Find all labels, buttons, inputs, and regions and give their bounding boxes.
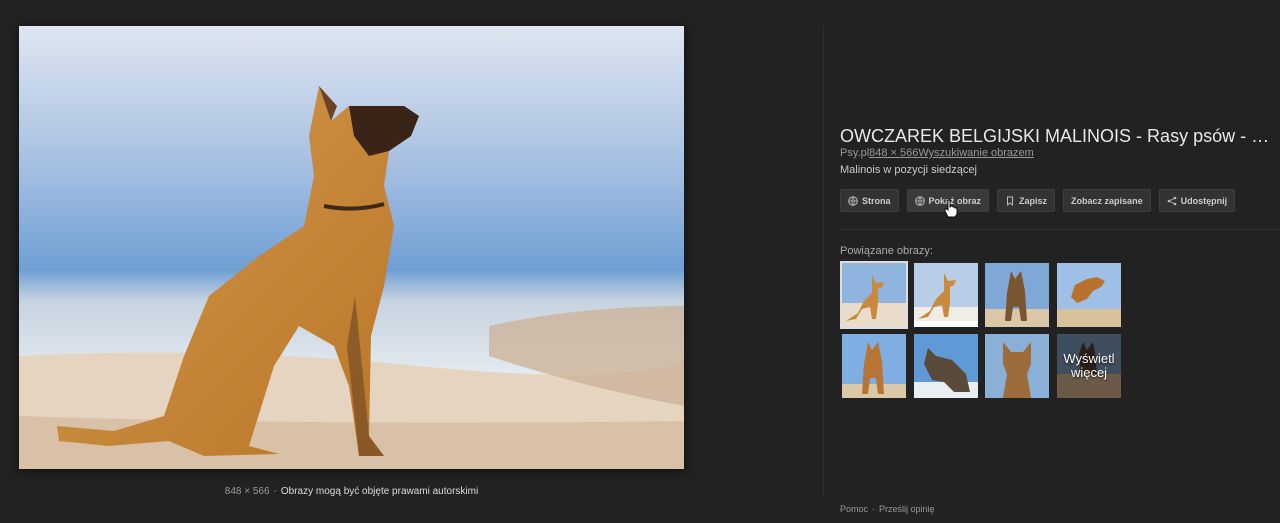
visit-label: Strona (862, 195, 891, 206)
globe-icon (914, 195, 925, 206)
image-meta: Psy.pl848 × 566Wyszukiwanie obrazem (840, 147, 1034, 159)
dog-thumbnail-icon (842, 263, 906, 327)
dog-thumbnail-icon (985, 263, 1049, 327)
image-caption: 848 × 566- Obrazy mogą być objęte prawami… (224, 486, 479, 497)
view-image-button[interactable]: Pokaż obraz (906, 189, 990, 212)
view-saved-button[interactable]: Zobacz zapisane (1063, 189, 1151, 212)
dog-thumbnail-icon (914, 263, 978, 327)
horizontal-divider (840, 229, 1280, 230)
save-label: Zapisz (1019, 195, 1048, 206)
dog-thumbnail-icon (1057, 263, 1121, 327)
help-link[interactable]: Pomoc (840, 504, 868, 514)
visit-button[interactable]: Strona (840, 189, 899, 212)
share-button[interactable]: Udostępnij (1158, 189, 1236, 212)
page-title[interactable]: OWCZAREK BELGIJSKI MALINOIS - Rasy psów … (840, 126, 1278, 147)
feedback-link[interactable]: Prześlij opinię (879, 504, 935, 514)
view-saved-label: Zobacz zapisane (1071, 195, 1143, 206)
source-domain: Psy.pl (840, 147, 870, 159)
main-image[interactable] (19, 26, 684, 469)
share-icon (1167, 196, 1176, 205)
more-images-label: Wyświetl więcej (1063, 351, 1115, 380)
share-label: Udostępnij (1180, 195, 1228, 206)
action-bar: Strona Pokaż obraz Zapisz Zobacz zapisan… (840, 189, 1236, 212)
image-dimensions: 848 × 566 (224, 486, 270, 497)
bookmark-icon (1007, 196, 1014, 206)
related-thumbnail[interactable] (985, 334, 1049, 398)
related-thumbnail[interactable] (914, 334, 978, 398)
dog-thumbnail-icon (842, 334, 906, 398)
image-size-link[interactable]: 848 × 566 (869, 147, 918, 159)
dog-thumbnail-icon (914, 334, 978, 398)
related-thumbnail[interactable] (840, 261, 908, 329)
search-by-image-link[interactable]: Wyszukiwanie obrazem (918, 147, 1033, 159)
details-panel: OWCZAREK BELGIJSKI MALINOIS - Rasy psów … (840, 0, 1280, 523)
copyright-note: Obrazy mogą być objęte prawami autorskim… (280, 486, 479, 497)
related-images-label: Powiązane obrazy: (840, 245, 933, 257)
related-thumbnail[interactable] (914, 263, 978, 327)
related-thumbnail[interactable] (842, 334, 906, 398)
view-image-label: Pokaż obraz (928, 195, 982, 206)
footer: Pomoc - Prześlij opinię (840, 504, 935, 514)
image-description: Malinois w pozycji siedzącej (840, 164, 977, 176)
save-button[interactable]: Zapisz (997, 189, 1056, 212)
vertical-divider (823, 26, 824, 498)
globe-icon (848, 195, 858, 206)
related-thumbnail[interactable] (985, 263, 1049, 327)
more-images-button[interactable]: Wyświetl więcej (1057, 334, 1121, 398)
dog-thumbnail-icon (985, 334, 1049, 398)
dog-photo (19, 26, 684, 469)
related-thumbnail[interactable] (1057, 263, 1121, 327)
